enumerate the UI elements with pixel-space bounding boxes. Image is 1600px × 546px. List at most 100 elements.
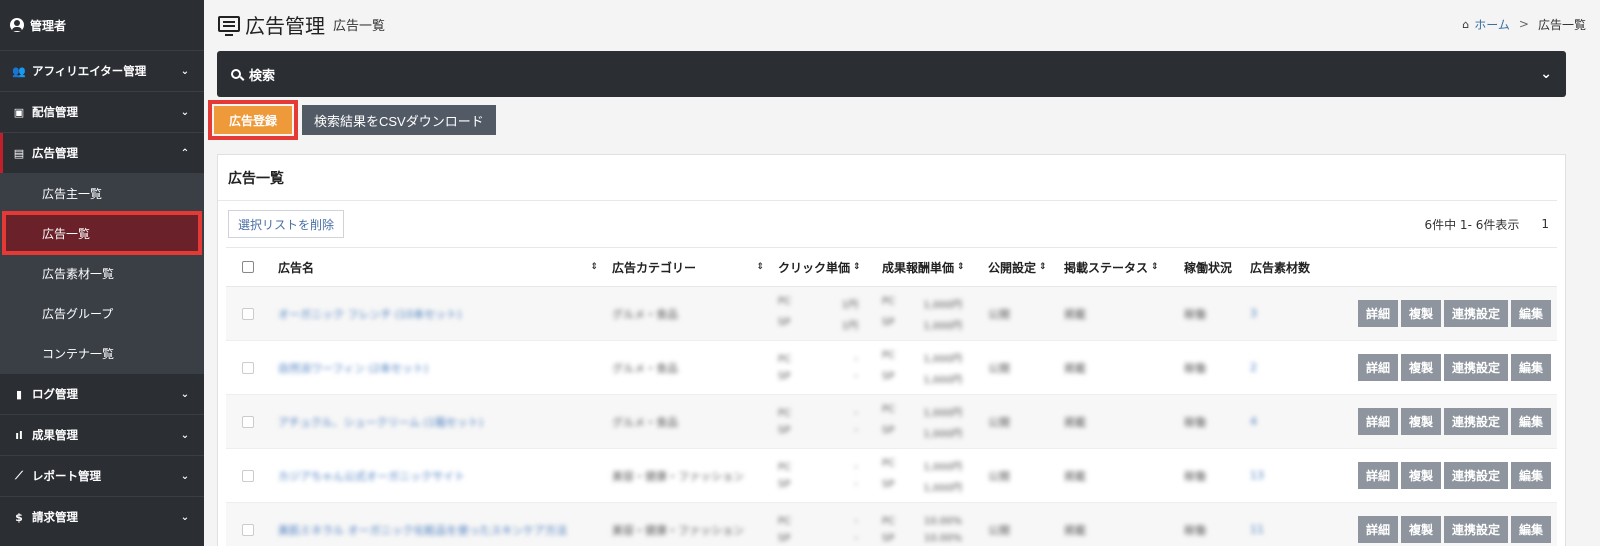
ad-icon: ▤ [13,146,25,160]
material-count[interactable]: 13 [1250,469,1264,482]
price-value: - [854,478,858,490]
table-row: アチュクル、シュークリーム (1箱セット) グルメ・食品 PC - SP - PC 1… [226,395,1557,449]
column-header-status[interactable]: 掲載ステータス ⇕ [1058,248,1178,286]
column-header-click-price[interactable]: クリック単価 ⇕ [770,248,876,286]
material-count[interactable]: 4 [1250,415,1257,428]
ad-name-link[interactable]: オーガニック フレンチ (10本セット) [278,306,462,322]
home-icon: ⌂ [1462,17,1470,31]
detail-button[interactable]: 詳細 [1357,462,1398,489]
column-header-category[interactable]: 広告カテゴリー ⇕ [604,248,770,286]
column-label: 広告素材数 [1250,260,1311,275]
publish-setting: 公開 [988,307,1010,321]
row-checkbox[interactable] [242,361,254,374]
sidebar-subitem-containers[interactable]: コンテナ一覧 [0,333,204,373]
material-count[interactable]: 2 [1250,361,1257,374]
chevron-down-icon: ⌄ [180,429,190,441]
detail-button[interactable]: 詳細 [1357,516,1398,543]
row-checkbox[interactable] [242,469,254,482]
breadcrumb-home[interactable]: ホーム [1474,16,1510,33]
edit-button[interactable]: 編集 [1510,300,1551,327]
page-title: 広告管理 [245,13,325,38]
sidebar-subitem-groups[interactable]: 広告グループ [0,293,204,333]
column-header-reward-price[interactable]: 成果報酬単価 ⇕ [876,248,982,286]
price-value: 1,000円 [923,299,962,311]
link-settings-button[interactable]: 連携設定 [1443,408,1508,435]
click-price: PC - SP - [778,354,858,382]
table-row: 自然派ワーフィン (2本セット) グルメ・食品 PC - SP - PC 1,000円… [226,341,1557,395]
row-checkbox[interactable] [242,523,254,536]
edit-button[interactable]: 編集 [1510,408,1551,435]
csv-download-button[interactable]: 検索結果をCSVダウンロード [302,105,496,135]
duplicate-button[interactable]: 複製 [1400,300,1441,327]
edit-button[interactable]: 編集 [1510,354,1551,381]
delete-selected-button[interactable]: 選択リストを削除 [228,210,345,238]
link-settings-button[interactable]: 連携設定 [1443,300,1508,327]
users-icon: 👥 [12,64,26,78]
sort-icon: ⇕ [590,262,598,272]
sidebar-subitem-ad-list[interactable]: 広告一覧 [2,211,202,255]
device-label: PC [882,515,896,527]
register-ad-button[interactable]: 広告登録 [214,106,292,134]
sidebar-item-delivery[interactable]: ▣ 配信管理 ⌄ [0,91,204,132]
device-label: PC [778,515,792,527]
price-value: - [854,353,858,365]
column-header-name[interactable]: 広告名 ⇕ [270,248,604,286]
row-checkbox[interactable] [242,307,254,320]
duplicate-button[interactable]: 複製 [1400,462,1441,489]
sort-icon: ⇕ [1039,262,1047,272]
breadcrumb: ⌂ ホーム > 広告一覧 [1462,16,1586,33]
edit-button[interactable]: 編集 [1510,462,1551,489]
click-price: PC - SP - [778,516,858,544]
detail-button[interactable]: 詳細 [1357,408,1398,435]
duplicate-button[interactable]: 複製 [1400,516,1441,543]
select-all-checkbox[interactable] [242,261,254,273]
link-settings-button[interactable]: 連携設定 [1443,354,1508,381]
sidebar-item-ad[interactable]: ▤ 広告管理 ⌃ [0,132,204,173]
ad-name-link[interactable]: カジアちゃん公式オーガニックサイト [278,468,465,484]
sidebar-subitem-advertisers[interactable]: 広告主一覧 [0,173,204,213]
row-checkbox[interactable] [242,415,254,428]
table-row: オーガニック フレンチ (10本セット) グルメ・食品 PC 1円 SP 1円 PC… [226,287,1557,341]
monitor-icon [218,16,240,36]
listing-status: 掲載 [1064,415,1086,429]
column-label: 稼働状況 [1184,260,1233,275]
sidebar-item-log[interactable]: ▮ ログ管理 ⌄ [0,373,204,414]
sidebar-item-results[interactable]: ıl 成果管理 ⌄ [0,414,204,455]
device-label: PC [882,403,896,415]
sidebar-item-billing[interactable]: $ 請求管理 ⌄ [0,496,204,537]
material-count[interactable]: 11 [1250,523,1264,536]
ad-name-link[interactable]: アチュクル、シュークリーム (1箱セット) [278,414,483,430]
duplicate-button[interactable]: 複製 [1400,408,1441,435]
ad-category: グルメ・食品 [612,307,678,321]
link-settings-button[interactable]: 連携設定 [1443,516,1508,543]
chevron-down-icon: ⌄ [180,511,190,523]
sidebar: 管理者 👥 アフィリエイター管理 ⌄ ▣ 配信管理 ⌄ ▤ 広告管理 ⌃ 広告主… [0,0,204,546]
sidebar-item-report[interactable]: ⟋ レポート管理 ⌄ [0,455,204,496]
edit-button[interactable]: 編集 [1510,516,1551,543]
sidebar-subitem-materials[interactable]: 広告素材一覧 [0,253,204,293]
search-toggle-bar[interactable]: 検索 ⌄ [217,51,1566,97]
ad-name-link[interactable]: 美肌ミネラル オーガニック化粧品を使ったスキンケア方法 [278,522,567,538]
duplicate-button[interactable]: 複製 [1400,354,1441,381]
pagination-page[interactable]: 1 [1541,217,1549,231]
table-row: カジアちゃん公式オーガニックサイト 美容・健康・ファッション PC - SP - P… [226,449,1557,503]
price-value: 1,000円 [923,374,962,386]
operation-status: 稼働 [1184,415,1206,429]
click-price: PC - SP - [778,462,858,490]
reward-price: PC 1,000円 SP 1,000円 [882,350,962,386]
publish-setting: 公開 [988,523,1010,537]
column-header-publish[interactable]: 公開設定 ⇕ [982,248,1058,286]
ad-name-link[interactable]: 自然派ワーフィン (2本セット) [278,360,428,376]
device-label: SP [882,370,895,382]
detail-button[interactable]: 詳細 [1357,354,1398,381]
sidebar-item-affiliate[interactable]: 👥 アフィリエイター管理 ⌄ [0,50,204,91]
material-count[interactable]: 3 [1250,307,1257,320]
price-value: - [854,370,858,382]
detail-button[interactable]: 詳細 [1357,300,1398,327]
column-label: 広告カテゴリー [612,260,697,275]
link-settings-button[interactable]: 連携設定 [1443,462,1508,489]
price-value: - [854,407,858,419]
sidebar-user[interactable]: 管理者 [0,0,204,50]
price-value: 1円 [841,299,858,311]
operation-status: 稼働 [1184,361,1206,375]
